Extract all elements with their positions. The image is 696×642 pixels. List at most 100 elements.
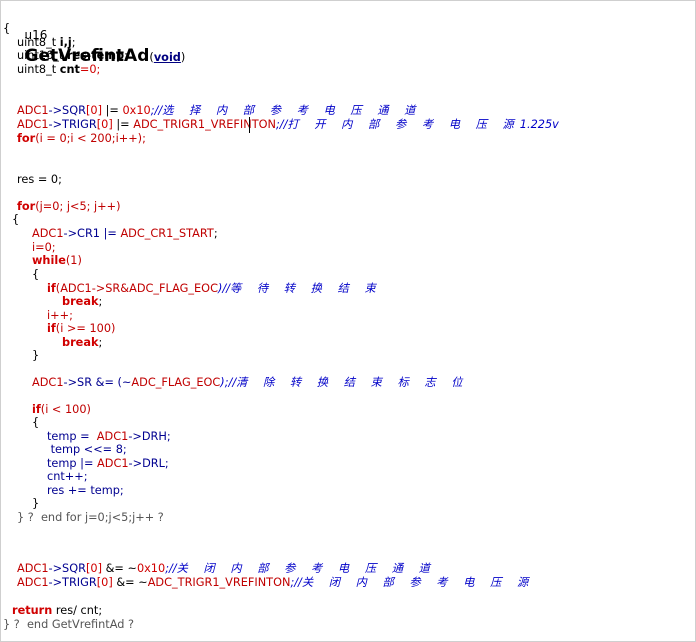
return-keyword: return <box>12 604 53 617</box>
trig-op: |= <box>112 118 134 131</box>
i-zero-line: i=0; <box>32 241 56 255</box>
for-delay-line: for(i = 0;i < 200;i++); <box>17 132 146 146</box>
sqr-line: ADC1->SQR[0] |= 0x10;//选 择 内 部 参 考 电 压 通… <box>17 104 421 118</box>
decl3-type: uint8_t <box>17 63 60 76</box>
decl1-vars: i,j <box>59 36 72 49</box>
end-func-comment: } ? end GetVrefintAd ? <box>3 618 135 631</box>
trig-comment-voltage: 1.225v <box>519 118 559 131</box>
temp-adc-2: ADC1 <box>97 457 129 470</box>
trig-adc: ADC1 <box>17 118 49 131</box>
decl3-init: =0; <box>79 63 101 76</box>
temp-drh: ->DRH; <box>128 430 171 443</box>
temp-drl-line: temp |= ADC1->DRL; <box>47 457 169 471</box>
if-eoc-line: if(ADC1->SR&ADC_FLAG_EOC)//等 待 转 换 结 束 <box>47 282 382 296</box>
while-keyword: while <box>32 254 66 267</box>
i-zero: i=0; <box>32 241 56 254</box>
trig2-flag: ADC_TRIGR1_VREFINTON <box>147 576 291 589</box>
trig-comment: 打 开 内 部 参 考 电 压 源 <box>287 118 520 131</box>
trig-line: ADC1->TRIGR[0] |= ADC_TRIGR1_VREFINTON;/… <box>17 118 559 132</box>
trig2-reg: ->TRIGR <box>48 576 97 589</box>
end-for-line: } ? end for j=0;j<5;j++ ? <box>17 511 164 525</box>
trig2-cmt-start: ;// <box>290 576 302 589</box>
res-add: res += temp; <box>47 484 124 497</box>
if3-cond: (i < 100) <box>40 403 91 416</box>
sr-adc: ADC1 <box>32 376 64 389</box>
trig2-index: [0] <box>96 576 113 589</box>
for-keyword: for <box>17 132 36 145</box>
temp-drl: ->DRL; <box>128 457 169 470</box>
sqr-index: [0] <box>85 104 102 117</box>
sqr-reg: ->SQR <box>48 104 86 117</box>
if2-cond: (i >= 100) <box>55 322 116 335</box>
open-brace: { <box>3 22 11 35</box>
sqr2-adc: ADC1 <box>17 562 49 575</box>
sqr-clear-line: ADC1->SQR[0] &= ~0x10;//关 闭 内 部 参 考 电 压 … <box>17 562 436 576</box>
decl-line-3: uint8_t cnt=0; <box>17 63 100 77</box>
cr1-semicolon: ; <box>213 227 218 240</box>
code-editor-window: u16 GetVrefintAd(void) { uint8_t i,j; ui… <box>0 0 696 642</box>
i-inc-line: i++; <box>47 309 73 323</box>
cnt-inc-line: cnt++; <box>47 470 88 484</box>
sqr-op: |= <box>102 104 123 117</box>
sqr2-op: &= ~ <box>102 562 137 575</box>
i-inc: i++; <box>47 309 73 322</box>
end-func-line: } ? end GetVrefintAd ? <box>3 618 134 632</box>
text-cursor <box>249 117 250 133</box>
decl-line-2: uint16_t res,temp; <box>17 49 128 62</box>
temp-shift: temp <<= 8; <box>47 443 127 456</box>
param-void: void <box>153 51 181 64</box>
sqr-cmt-start: ;// <box>150 104 163 117</box>
if1-comment: 等 待 转 换 结 束 <box>230 282 382 295</box>
sr-flag: ADC_FLAG_EOC <box>131 376 221 389</box>
temp-drh-line: temp = ADC1->DRH; <box>47 430 171 444</box>
for-delay-body: (i = 0;i < 200;i++); <box>35 132 146 145</box>
sqr-value: 0x10 <box>122 104 151 117</box>
break-line-1: break; <box>62 295 102 309</box>
decl2-vars: res,temp <box>66 49 125 62</box>
brace-open-4: { <box>32 416 40 429</box>
code-area[interactable]: u16 GetVrefintAd(void) { uint8_t i,j; ui… <box>1 1 695 641</box>
decl-line-1: uint8_t i,j; <box>17 36 76 49</box>
sr-cmt-start: );// <box>220 376 237 389</box>
break1-semicolon: ; <box>98 295 103 308</box>
for-loop-body: (j=0; j<5; j++) <box>35 200 121 213</box>
temp-or: temp |= <box>47 457 98 470</box>
decl1-type: uint8_t <box>17 36 60 49</box>
end-for-comment: } ? end for j=0;j<5;j++ ? <box>17 511 164 524</box>
if-keyword-1: if <box>47 282 56 295</box>
res-init-line: res = 0; <box>17 173 62 186</box>
paren-close: ) <box>180 51 186 64</box>
function-signature: u16 GetVrefintAd(void) <box>3 5 186 66</box>
while-line: while(1) <box>32 254 82 268</box>
sr-clear-line: ADC1->SR &= (~ADC_FLAG_EOC);//清 除 转 换 结 … <box>32 376 469 390</box>
trig-index: [0] <box>96 118 113 131</box>
brace-close-4: } <box>32 497 40 510</box>
brace-open-2: { <box>12 213 20 226</box>
break-keyword-1: break <box>62 295 99 308</box>
sqr2-reg: ->SQR <box>48 562 86 575</box>
break2-semicolon: ; <box>98 336 103 349</box>
sqr2-comment: 关 闭 内 部 参 考 电 压 通 道 <box>176 562 436 575</box>
trig2-adc: ADC1 <box>17 576 49 589</box>
sqr2-index: [0] <box>85 562 102 575</box>
trig-cmt-start: ;// <box>275 118 288 131</box>
cr1-flag: ADC_CR1_START <box>120 227 214 240</box>
trig2-comment: 关 闭 内 部 参 考 电 压 源 <box>301 576 535 589</box>
trig-clear-line: ADC1->TRIGR[0] &= ~ADC_TRIGR1_VREFINTON;… <box>17 576 534 590</box>
cr1-line: ADC1->CR1 |= ADC_CR1_START; <box>32 227 218 241</box>
if1-cmt-start: )// <box>217 282 230 295</box>
for-loop-keyword: for <box>17 200 36 213</box>
sr-comment: 清 除 转 换 结 束 标 志 位 <box>236 376 469 389</box>
brace-open-3: { <box>32 268 40 281</box>
break-line-2: break; <box>62 336 102 350</box>
for-loop-line: for(j=0; j<5; j++) <box>17 200 121 214</box>
res-add-line: res += temp; <box>47 484 124 498</box>
trig-flag: ADC_TRIGR1_VREFINTON <box>133 118 276 131</box>
decl3-var: cnt <box>59 63 80 76</box>
sqr-adc: ADC1 <box>17 104 49 117</box>
return-line: return res/ cnt; <box>12 604 102 618</box>
cr1-reg: ->CR1 |= <box>63 227 121 240</box>
if-keyword-2: if <box>47 322 56 335</box>
while-body: (1) <box>65 254 82 267</box>
cr1-adc: ADC1 <box>32 227 64 240</box>
